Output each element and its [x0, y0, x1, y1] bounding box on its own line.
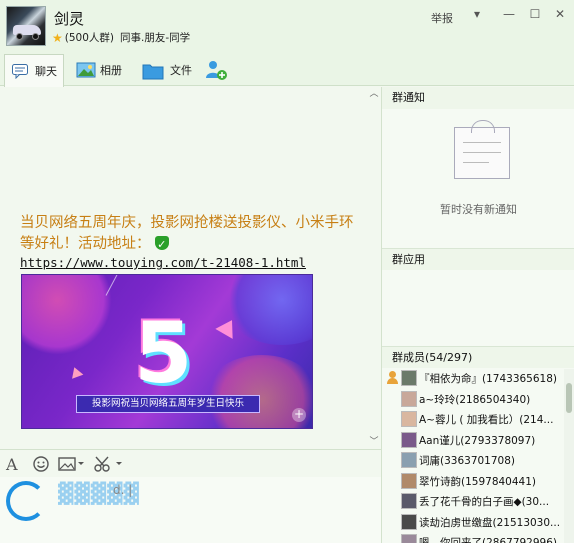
list-item[interactable]: 『相依为命』(1743365618) [382, 368, 574, 389]
input-text: d. | [113, 483, 133, 497]
emoji-icon[interactable] [33, 455, 49, 473]
group-size: (500人群) [64, 32, 114, 44]
list-item[interactable]: 翠竹诗韵(1597840441) [382, 471, 574, 492]
add-member-icon [204, 59, 228, 81]
member-name: 嗯，你回来了(2867792996) [419, 537, 557, 543]
list-item[interactable]: 嗯，你回来了(2867792996) [382, 532, 574, 543]
tab-photos[interactable]: 相册 [70, 54, 128, 86]
group-avatar[interactable] [6, 6, 46, 46]
close-icon[interactable]: ✕ [551, 6, 569, 22]
list-item[interactable]: 丢了花千骨的白子画◆(30... [382, 491, 574, 512]
chat-icon [11, 63, 29, 80]
message-text: 当贝网络五周年庆，投影网抢楼送投影仪、小米手环等好礼！活动地址： [20, 213, 365, 255]
loading-spinner-icon [6, 481, 46, 521]
tab-chat-label: 聊天 [35, 65, 57, 78]
photo-icon [76, 62, 96, 78]
avatar [401, 370, 417, 386]
list-item[interactable]: Aan谨儿(2793378097) [382, 430, 574, 451]
star-icon: ★ [52, 30, 63, 45]
list-item[interactable]: 读劫泊虏世缴盘(21513030... [382, 512, 574, 533]
tab-files[interactable]: 文件 [136, 54, 198, 86]
avatar [401, 472, 417, 489]
promo-image[interactable]: 5 投影网祝当贝网络五周年岁生日快乐 + [21, 274, 313, 429]
no-notice-text: 暂时没有新通知 [440, 203, 517, 216]
folder-icon [142, 62, 164, 80]
chat-message-area[interactable]: ︿ 当贝网络五周年庆，投影网抢楼送投影仪、小米手环等好礼！活动地址： https… [0, 87, 381, 449]
notice-title: 群通知 [382, 87, 574, 109]
message-link[interactable]: https://www.touying.com/t-21408-1.html [20, 255, 306, 270]
chat-header: 剑灵 ★ (500人群) 同事.朋友-同学 举报 ▾ — ☐ ✕ [0, 0, 574, 54]
avatar [401, 534, 417, 543]
avatar [401, 411, 417, 427]
member-name: 词庸(3363701708) [419, 455, 515, 467]
apps-title[interactable]: 群应用 [382, 248, 574, 270]
tab-chat[interactable]: 聊天 [4, 54, 64, 87]
avatar [401, 493, 417, 509]
member-name: 『相依为命』(1743365618) [419, 373, 557, 385]
avatar [401, 452, 417, 468]
feature-tabs: 聊天 相册 文件 [0, 54, 574, 87]
message-input[interactable]: ▓▓▓▓▓ d. | [0, 477, 381, 543]
dropdown-icon[interactable]: ▾ [468, 6, 486, 22]
input-toolbar: A [0, 449, 381, 477]
scroll-up-icon[interactable]: ︿ [368, 89, 380, 99]
scroll-down-icon[interactable]: ﹀ [368, 437, 380, 447]
member-list: 『相依为命』(1743365618) a~玲玲(2186504340) A~蓉儿… [382, 368, 574, 543]
list-item[interactable]: 词庸(3363701708) [382, 450, 574, 471]
member-name: 翠竹诗韵(1597840441) [419, 475, 536, 488]
promo-number: 5 [134, 304, 193, 402]
member-name: 读劫泊虏世缴盘(21513030... [419, 516, 561, 529]
font-icon[interactable]: A [6, 455, 18, 474]
verified-shield-icon [155, 234, 170, 255]
notice-board-icon [454, 120, 510, 179]
group-side-panel: 群通知 暂时没有新通知 群应用 群成员(54/297) 『相依为命』(17433… [381, 87, 574, 543]
member-scrollbar[interactable] [564, 369, 574, 543]
member-name: A~蓉儿 ( 加我看比）(214... [419, 414, 554, 426]
tab-files-label: 文件 [170, 64, 192, 77]
scissors-icon[interactable] [94, 455, 124, 473]
owner-icon [386, 371, 398, 385]
tab-add-member[interactable] [198, 54, 234, 86]
member-name: a~玲玲(2186504340) [419, 393, 531, 406]
avatar [401, 513, 417, 530]
group-tags: 同事.朋友-同学 [120, 32, 191, 44]
members-title[interactable]: 群成员(54/297) [382, 346, 574, 368]
avatar [401, 431, 417, 448]
group-name[interactable]: 剑灵 [54, 8, 84, 29]
expand-plus-icon[interactable]: + [292, 408, 306, 422]
report-button[interactable]: 举报 [431, 10, 453, 26]
promo-banner-text: 投影网祝当贝网络五周年岁生日快乐 [76, 395, 260, 413]
list-item[interactable]: a~玲玲(2186504340) [382, 389, 574, 410]
minimize-icon[interactable]: — [500, 6, 518, 22]
maximize-icon[interactable]: ☐ [526, 6, 544, 22]
image-icon[interactable] [58, 455, 84, 473]
tab-photos-label: 相册 [100, 64, 122, 77]
group-meta: ★ (500人群) 同事.朋友-同学 [52, 30, 190, 45]
member-name: 丢了花千骨的白子画◆(30... [419, 496, 550, 508]
message-body: 当贝网络五周年庆，投影网抢楼送投影仪、小米手环等好礼！活动地址： [20, 215, 354, 252]
list-item[interactable]: A~蓉儿 ( 加我看比）(214... [382, 409, 574, 430]
scrollbar-thumb[interactable] [566, 383, 572, 413]
member-name: Aan谨儿(2793378097) [419, 434, 536, 447]
avatar [401, 390, 417, 407]
